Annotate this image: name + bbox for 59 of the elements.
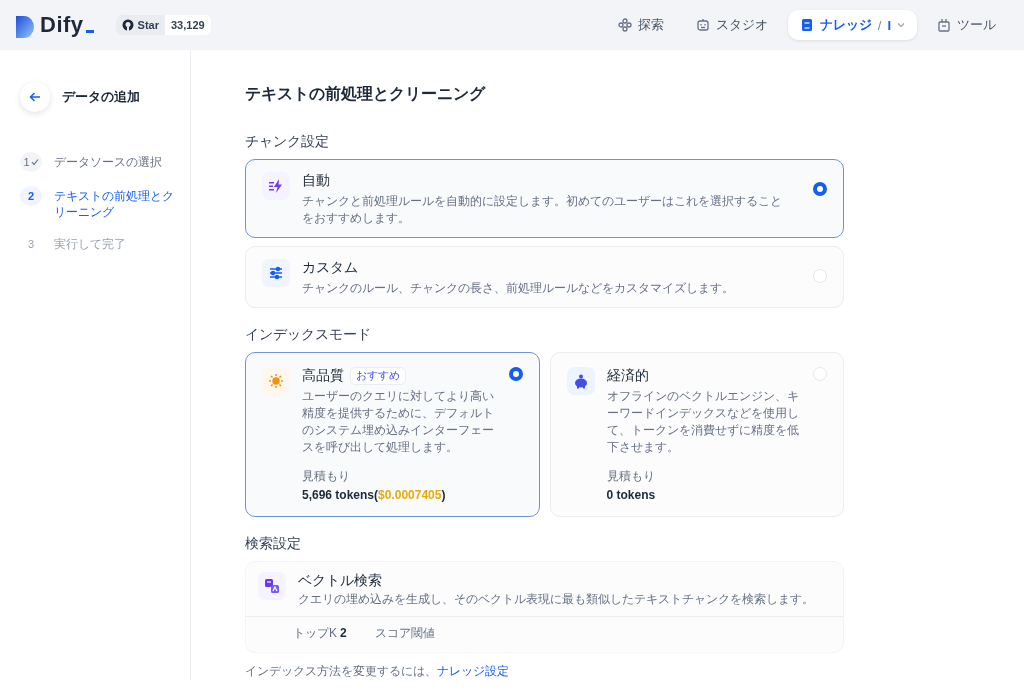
option-card[interactable]: 自動 チャンクと前処理ルールを自動的に設定します。初めてのユーザーはこれを選択することをおすすめします。 xyxy=(245,159,844,238)
translate-icon xyxy=(264,578,280,594)
robot-icon xyxy=(695,18,710,32)
param-label: トップK 2 xyxy=(293,625,347,642)
step-label: 実行して完了 xyxy=(54,236,127,252)
option-description: ユーザーのクエリに対してより高い精度を提供するために、デフォルトのシステム埋め込みインターフェースを呼び出して処理します。 xyxy=(302,388,495,456)
sun-icon xyxy=(268,373,284,389)
step-label: テキストの前処理とクリーニング xyxy=(54,188,175,220)
sidebar-title: データの追加 xyxy=(62,88,140,106)
option-title: カスタム xyxy=(302,259,359,277)
sliders-icon xyxy=(268,265,284,281)
index-method-note: インデックス方法を変更するには、ナレッジ設定 xyxy=(245,663,510,680)
lightning-icon xyxy=(268,178,284,194)
step-number: 3 xyxy=(26,237,36,252)
param-label: スコア閾値 xyxy=(374,625,435,642)
option-title: 高品質 xyxy=(302,367,344,385)
radio-button[interactable] xyxy=(508,367,523,381)
estimate-label: 見積もり xyxy=(302,468,351,485)
check-icon xyxy=(30,158,39,166)
method-title: ベクトル検索 xyxy=(298,572,383,590)
option-title: 経済的 xyxy=(606,367,649,385)
estimate-value: 0 tokens xyxy=(606,488,657,502)
option-description: チャンクと前処理ルールを自動的に設定します。初めてのユーザーはこれを選択することをおすすめします。 xyxy=(302,193,783,227)
estimate-value: 5,696 tokens($0.0007405) xyxy=(302,488,447,502)
estimate-label: 見積もり xyxy=(606,468,656,485)
step-number: 2 xyxy=(20,186,42,206)
book-icon xyxy=(799,18,814,32)
option-card[interactable]: 高品質 おすすめ ユーザーのクエリに対してより高い精度を提供するために、デフォルトのシステム埋め込みインターフェースを呼び出して処理します。 見積もり 5,696 tokens($0.0007405) xyxy=(245,352,540,517)
option-card[interactable]: カスタム チャンクのルール、チャンクの長さ、前処理ルールなどをカスタマイズします。 xyxy=(245,246,844,308)
nav-tab[interactable]: スタジオ xyxy=(683,10,780,40)
nav-tab[interactable]: ナレッジ / I xyxy=(787,10,917,40)
star-count: 33,129 xyxy=(164,15,211,35)
section-label: チャンク設定 xyxy=(245,133,330,151)
section-label: インデックスモード xyxy=(245,326,372,344)
recommended-badge: おすすめ xyxy=(350,367,406,385)
option-description: チャンクのルール、チャンクの長さ、前処理ルールなどをカスタマイズします。 xyxy=(302,280,735,297)
step-label: データソースの選択 xyxy=(54,154,163,170)
nav-tab[interactable]: ツール xyxy=(925,10,1008,40)
back-button[interactable] xyxy=(20,82,50,112)
option-title: 自動 xyxy=(302,172,331,190)
logo-text: Dify xyxy=(40,12,84,38)
github-icon xyxy=(121,19,134,31)
section-label: 検索設定 xyxy=(245,535,302,553)
arrow-left-icon xyxy=(29,91,41,103)
toolbox-icon xyxy=(937,18,951,32)
chevron-down-icon xyxy=(897,21,905,29)
logo-mark-icon xyxy=(16,16,34,38)
step-number: 1 xyxy=(20,152,42,172)
flower-icon xyxy=(617,18,632,32)
option-description: オフラインのベクトルエンジン、キーワードインデックスなどを使用して、トークンを消費せずに精度を低下させます。 xyxy=(606,388,800,456)
method-description: クエリの埋め込みを生成し、そのベクトル表現に最も類似したテキストチャンクを検索します。 xyxy=(298,591,815,608)
piggy-bank-icon xyxy=(572,373,589,389)
github-star-button[interactable]: Star xyxy=(115,15,165,35)
knowledge-settings-link[interactable]: ナレッジ設定 xyxy=(437,664,509,678)
page-title: テキストの前処理とクリーニング xyxy=(245,84,487,104)
radio-button[interactable] xyxy=(813,182,827,196)
nav-tab[interactable]: 探索 xyxy=(605,10,676,40)
option-card[interactable]: 経済的 オフラインのベクトルエンジン、キーワードインデックスなどを使用して、トークンを消費せずに精度を低下させます。 見積もり 0 tokens xyxy=(549,352,844,517)
cursor-mark xyxy=(85,30,94,33)
